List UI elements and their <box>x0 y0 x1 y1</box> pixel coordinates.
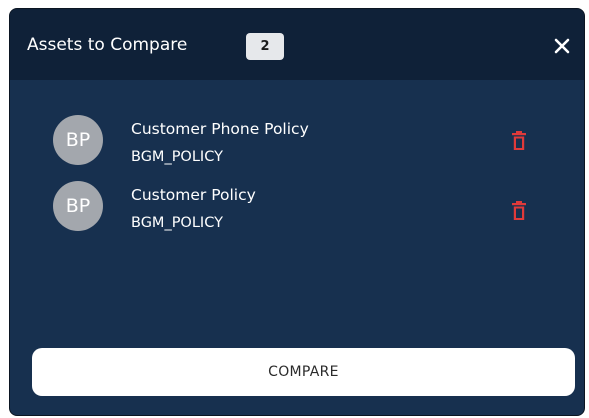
asset-name: Customer Phone Policy <box>131 120 309 138</box>
compare-button[interactable]: COMPARE <box>32 348 575 396</box>
panel-header: Assets to Compare 2 <box>10 9 584 80</box>
compare-assets-panel: Assets to Compare 2 BP Customer Phone Po… <box>9 8 585 416</box>
asset-name: Customer Policy <box>131 186 256 204</box>
panel-title: Assets to Compare <box>27 35 188 55</box>
asset-count-badge: 2 <box>246 33 284 60</box>
asset-row: BP Customer Phone Policy BGM_POLICY <box>10 113 584 173</box>
avatar: BP <box>53 115 103 165</box>
trash-icon[interactable] <box>512 131 526 151</box>
asset-code: BGM_POLICY <box>131 149 223 165</box>
avatar: BP <box>53 181 103 231</box>
asset-code: BGM_POLICY <box>131 215 223 231</box>
trash-icon[interactable] <box>512 201 526 221</box>
asset-row: BP Customer Policy BGM_POLICY <box>10 179 584 239</box>
close-icon[interactable] <box>553 37 571 55</box>
